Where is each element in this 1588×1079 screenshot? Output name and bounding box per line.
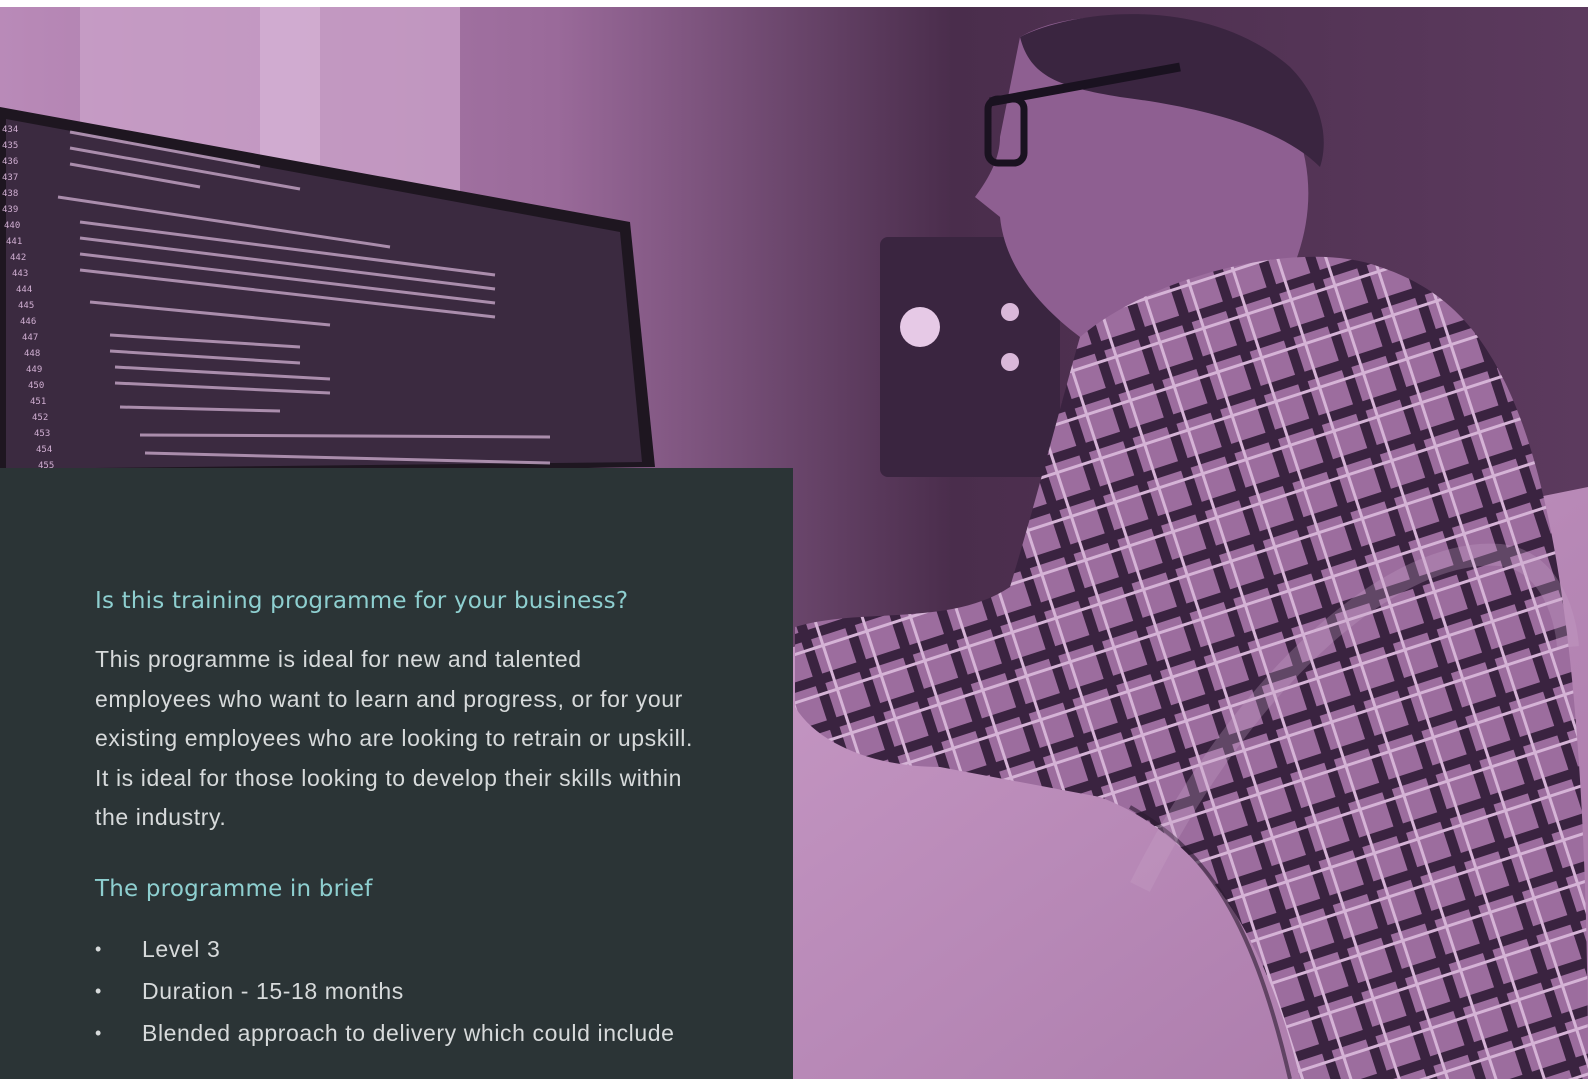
- list-item-text: Level 3: [142, 935, 221, 962]
- svg-text:446: 446: [20, 317, 36, 327]
- svg-text:451: 451: [30, 397, 46, 407]
- svg-text:441: 441: [6, 237, 22, 247]
- list-item: • Blended approach to delivery which cou…: [95, 1012, 735, 1054]
- list-item: • Duration - 15-18 months: [95, 970, 735, 1012]
- svg-text:453: 453: [34, 429, 50, 439]
- svg-text:449: 449: [26, 365, 42, 375]
- question-heading: Is this training programme for your busi…: [95, 588, 629, 614]
- brief-heading: The programme in brief: [95, 875, 373, 902]
- svg-text:448: 448: [24, 349, 40, 359]
- top-border: [0, 0, 1588, 7]
- svg-text:443: 443: [12, 269, 28, 279]
- brief-list: • Level 3 • Duration - 15-18 months • Bl…: [95, 928, 735, 1054]
- bullet-icon: •: [95, 980, 102, 1001]
- svg-text:450: 450: [28, 381, 44, 391]
- list-item: • Level 3: [95, 928, 735, 970]
- svg-text:454: 454: [36, 445, 52, 455]
- svg-text:452: 452: [32, 413, 48, 423]
- bullet-icon: •: [95, 938, 102, 959]
- svg-text:439: 439: [2, 205, 18, 215]
- intro-paragraph: This programme is ideal for new and tale…: [95, 646, 693, 830]
- svg-text:444: 444: [16, 285, 32, 295]
- svg-text:445: 445: [18, 301, 34, 311]
- svg-text:437: 437: [2, 173, 18, 183]
- list-item-text: Duration - 15-18 months: [142, 977, 404, 1004]
- bullet-icon: •: [95, 1022, 102, 1043]
- svg-text:440: 440: [4, 221, 20, 231]
- svg-text:436: 436: [2, 157, 18, 167]
- list-item-text: Blended approach to delivery which could…: [142, 1019, 675, 1046]
- svg-text:447: 447: [22, 333, 38, 343]
- info-panel: Is this training programme for your busi…: [0, 468, 793, 1079]
- svg-text:438: 438: [2, 189, 18, 199]
- svg-text:442: 442: [10, 253, 26, 263]
- svg-text:434: 434: [2, 125, 18, 135]
- svg-text:435: 435: [2, 141, 18, 151]
- info-panel-content: Is this training programme for your busi…: [95, 588, 735, 1054]
